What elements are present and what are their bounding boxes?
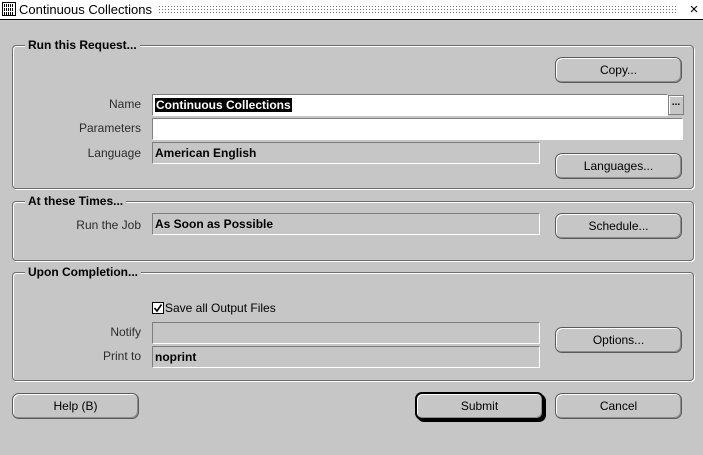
list-of-values-button[interactable]: ... (668, 95, 684, 115)
notify-field[interactable] (152, 322, 540, 344)
language-label: Language (87, 146, 141, 160)
submit-button[interactable]: Submit (415, 392, 544, 420)
language-field[interactable]: American English (152, 142, 540, 164)
save-output-label[interactable]: Save all Output Files (165, 301, 276, 315)
run-request-title: Run this Request... (25, 37, 140, 53)
help-button[interactable]: Help (B) (12, 393, 139, 419)
run-job-label: Run the Job (76, 218, 141, 232)
notify-label: Notify (110, 325, 141, 339)
title-bar-pattern (158, 5, 676, 14)
languages-button[interactable]: Languages... (555, 153, 682, 179)
name-value: Continuous Collections (155, 98, 292, 112)
name-label: Name (108, 97, 141, 111)
app-icon (2, 2, 16, 16)
options-button[interactable]: Options... (555, 327, 682, 353)
completion-title: Upon Completion... (25, 264, 141, 280)
parameters-label: Parameters (78, 121, 141, 135)
close-icon[interactable]: × (686, 1, 702, 18)
window-title: Continuous Collections (19, 2, 156, 17)
times-title: At these Times... (25, 193, 127, 209)
title-bar: Continuous Collections × (0, 0, 703, 20)
run-job-field[interactable]: As Soon as Possible (152, 213, 540, 235)
name-field[interactable]: Continuous Collections (152, 94, 668, 116)
schedule-button[interactable]: Schedule... (555, 213, 682, 239)
print-to-field[interactable]: noprint (152, 346, 540, 368)
copy-button[interactable]: Copy... (555, 57, 682, 83)
cancel-button[interactable]: Cancel (555, 393, 682, 419)
save-output-checkbox[interactable] (152, 302, 164, 314)
print-to-label: Print to (102, 349, 141, 363)
checkmark-icon (153, 304, 163, 313)
parameters-field[interactable] (152, 118, 683, 140)
